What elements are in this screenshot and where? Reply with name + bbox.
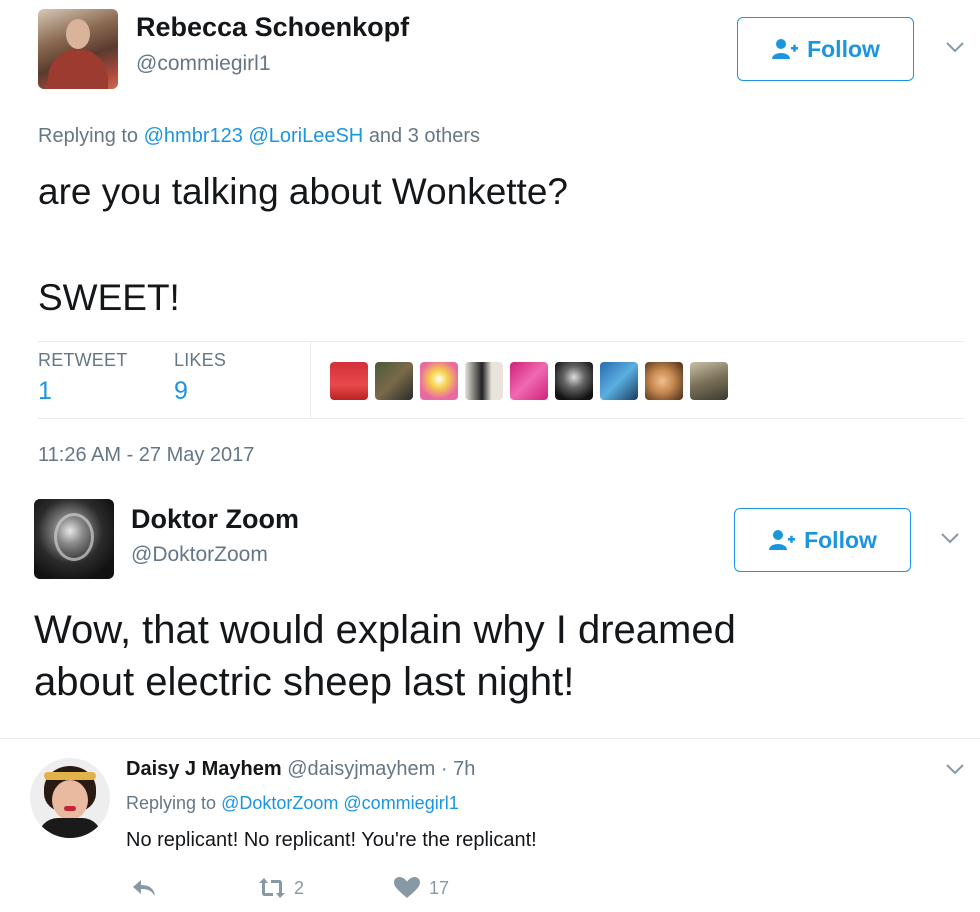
avatar-face [66, 19, 90, 49]
tweet-timestamp[interactable]: 11:26 AM - 27 May 2017 [38, 444, 254, 467]
chevron-down-icon[interactable] [940, 531, 960, 545]
follow-button[interactable]: Follow [734, 508, 911, 572]
mention-link[interactable]: @hmbr123 [144, 125, 243, 147]
reply-actions: 2 17 [130, 876, 449, 900]
avatar[interactable] [38, 9, 118, 89]
user-handle[interactable]: @DoktorZoom [131, 543, 268, 567]
mention-link[interactable]: @LoriLeeSH [248, 125, 363, 147]
liker-avatar[interactable] [375, 362, 413, 400]
avatar-detail [64, 806, 76, 811]
replying-prefix: Replying to [126, 793, 217, 813]
like-action[interactable]: 17 [393, 876, 449, 900]
reply-header: Daisy J Mayhem @daisyjmayhem · 7h [126, 758, 475, 781]
chevron-down-icon[interactable] [945, 40, 965, 54]
replying-prefix: Replying to [38, 125, 139, 147]
liker-avatar[interactable] [420, 362, 458, 400]
reply-time[interactable]: · 7h [441, 758, 475, 780]
mention-link[interactable]: @DoktorZoom [221, 793, 338, 813]
likes-count[interactable]: 9 [174, 377, 226, 406]
avatar[interactable] [34, 499, 114, 579]
avatar-body [38, 818, 102, 838]
add-user-icon [772, 39, 799, 59]
avatar[interactable] [30, 758, 110, 838]
retweet-count: 2 [294, 877, 305, 898]
like-count: 17 [429, 877, 450, 898]
retweet-stat[interactable]: RETWEET 1 [38, 350, 127, 406]
replying-to: Replying to @hmbr123 @LoriLeeSH and 3 ot… [38, 125, 480, 148]
reply-text: No replicant! No replicant! You're the r… [126, 829, 537, 851]
replying-others[interactable]: and 3 others [369, 125, 480, 147]
avatar-body [48, 49, 108, 89]
user-name[interactable]: Rebecca Schoenkopf [136, 12, 409, 43]
main-tweet: Rebecca Schoenkopf @commiegirl1 Follow R… [0, 0, 980, 485]
likes-stat[interactable]: LIKES 9 [174, 350, 226, 406]
avatar-detail [54, 513, 94, 561]
tweet-text-line: SWEET! [38, 277, 180, 318]
retweet-label: RETWEET [38, 350, 128, 370]
likers-avatars [330, 362, 728, 400]
tweet-text-line: are you talking about Wonkette? [38, 171, 568, 212]
liker-avatar[interactable] [330, 362, 368, 400]
avatar-face [52, 780, 88, 820]
replying-to: Replying to @DoktorZoom @commiegirl1 [126, 793, 459, 814]
tweet-text-line: Wow, that would explain why I dreamed [34, 608, 736, 652]
stat-divider [310, 342, 311, 418]
retweet-count[interactable]: 1 [38, 377, 127, 406]
reply-action[interactable] [130, 876, 258, 900]
divider [0, 738, 980, 739]
avatar-detail [44, 772, 96, 780]
liker-avatar[interactable] [555, 362, 593, 400]
reply-icon [133, 880, 155, 896]
follow-label: Follow [807, 35, 880, 62]
user-name[interactable]: Doktor Zoom [131, 504, 299, 535]
chevron-down-icon[interactable] [945, 762, 965, 776]
liker-avatar[interactable] [465, 362, 503, 400]
liker-avatar[interactable] [510, 362, 548, 400]
mention-link[interactable]: @commiegirl1 [343, 793, 458, 813]
liker-avatar[interactable] [600, 362, 638, 400]
follow-button[interactable]: Follow [737, 17, 914, 81]
tweet-text-line: about electric sheep last night! [34, 660, 575, 704]
user-handle[interactable]: @commiegirl1 [136, 52, 271, 76]
add-user-icon [769, 530, 796, 550]
heart-icon [394, 877, 420, 898]
liker-avatar[interactable] [690, 362, 728, 400]
likes-label: LIKES [174, 350, 227, 370]
follow-label: Follow [804, 526, 877, 553]
user-handle[interactable]: @daisyjmayhem [287, 758, 435, 780]
tweet-stats: RETWEET 1 LIKES 9 [38, 341, 964, 419]
retweet-icon [259, 878, 285, 898]
liker-avatar[interactable] [645, 362, 683, 400]
user-name[interactable]: Daisy J Mayhem [126, 758, 282, 780]
retweet-action[interactable]: 2 [258, 876, 393, 900]
